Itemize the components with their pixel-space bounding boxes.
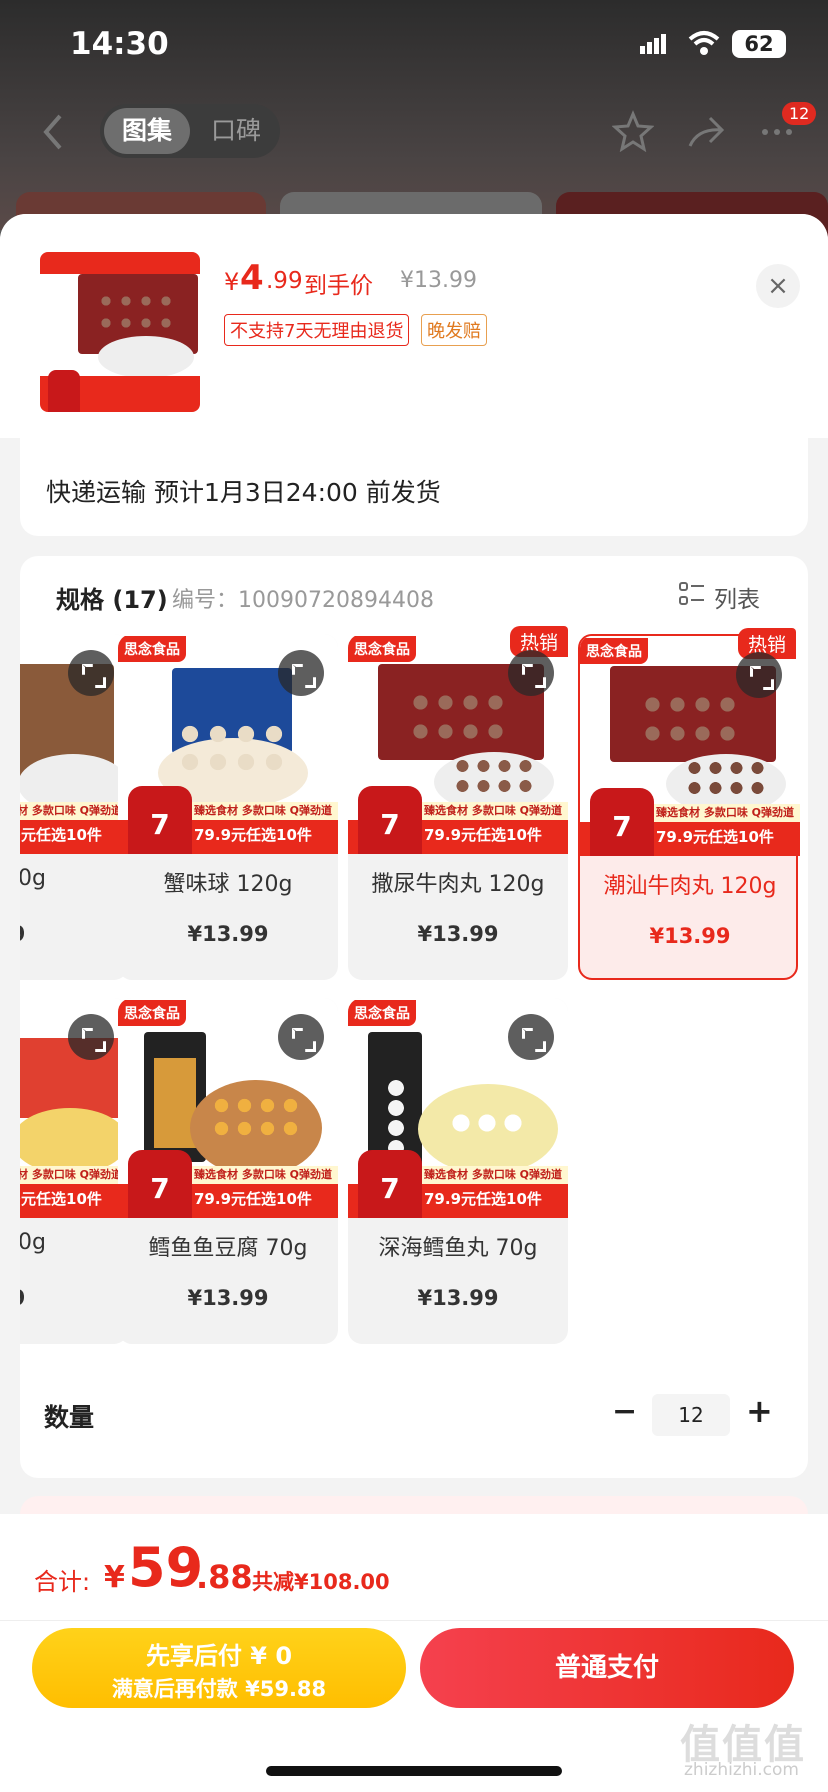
spec-item[interactable]: 思念食品 臻选食材 多款口味 Q弹劲道 7 79.9元任选10件 鳕鱼鱼豆腐 7… bbox=[118, 998, 338, 1344]
spec-name: 120g bbox=[20, 866, 46, 891]
tab-gallery[interactable]: 图集 bbox=[104, 108, 190, 154]
total-integer: 59 bbox=[128, 1536, 204, 1599]
tab-reviews[interactable]: 口碑 bbox=[196, 108, 276, 154]
cart-badge: 12 bbox=[782, 102, 817, 125]
spec-item[interactable]: 思念食品 臻选食材 多款口味 Q弹劲道 7 79.9元任选10件 蟹味球 120… bbox=[118, 634, 338, 980]
spec-name: 蟹味球 120g bbox=[163, 872, 293, 897]
divider bbox=[0, 1620, 828, 1621]
spec-name: 150g bbox=[20, 1230, 46, 1255]
home-indicator bbox=[266, 1766, 562, 1776]
spec-price: ¥13.99 bbox=[417, 1286, 499, 1310]
expand-icon[interactable] bbox=[508, 650, 554, 696]
product-code: 编号：10090720894408 bbox=[172, 588, 434, 613]
expand-icon[interactable] bbox=[278, 1014, 324, 1060]
product-thumbnail[interactable] bbox=[40, 252, 200, 412]
spec-item[interactable]: 臻选食材 多款口味 Q弹劲道 79.9元任选10件 120g 9 bbox=[20, 634, 128, 980]
spec-price: 9 bbox=[20, 1286, 128, 1310]
expand-icon[interactable] bbox=[508, 1014, 554, 1060]
price-label: 到手价 bbox=[304, 273, 373, 299]
spec-price: ¥13.99 bbox=[187, 922, 269, 946]
list-view-toggle[interactable]: 列表 bbox=[714, 580, 760, 614]
price-integer: 4 bbox=[240, 258, 264, 298]
quantity-input[interactable]: 12 bbox=[652, 1394, 730, 1436]
spec-price: ¥13.99 bbox=[187, 1286, 269, 1310]
quantity-label: 数量 bbox=[44, 1403, 95, 1432]
spec-item-selected[interactable]: 思念食品 臻选食材 多款口味 Q弹劲道 7 79.9元任选10件 热销 潮汕牛肉… bbox=[578, 628, 800, 980]
spec-name: 撒尿牛肉丸 120g bbox=[371, 872, 545, 897]
no-return-tag: 不支持7天无理由退货 bbox=[224, 314, 410, 346]
pay-later-title: 先享后付 ¥ 0 bbox=[145, 1642, 293, 1670]
expand-icon[interactable] bbox=[736, 652, 782, 698]
battery-indicator: 62 bbox=[732, 30, 786, 58]
decrease-button[interactable]: − bbox=[612, 1394, 637, 1429]
wifi-icon bbox=[688, 31, 720, 55]
total-decimal: .88 bbox=[196, 1558, 253, 1596]
total-saved: 共减¥108.00 bbox=[252, 1570, 390, 1594]
pay-button[interactable]: 普通支付 bbox=[420, 1628, 794, 1708]
total-symbol: ¥ bbox=[104, 1560, 125, 1595]
back-icon[interactable] bbox=[36, 112, 70, 152]
spec-item[interactable]: 思念食品 臻选食材 多款口味 Q弹劲道 7 79.9元任选10件 热销 撒尿牛肉… bbox=[348, 626, 568, 980]
shipping-info: 快递运输 预计1月3日24:00 前发货 bbox=[46, 478, 441, 507]
expand-icon[interactable] bbox=[68, 650, 114, 696]
status-time: 14:30 bbox=[70, 26, 169, 62]
late-ship-tag: 晚发赔 bbox=[421, 314, 487, 346]
pay-later-subtitle: 满意后再付款 ¥59.88 bbox=[111, 1677, 327, 1701]
close-button[interactable]: × bbox=[756, 264, 800, 308]
spec-name: 鳕鱼鱼豆腐 70g bbox=[148, 1236, 308, 1261]
share-icon[interactable] bbox=[684, 110, 726, 152]
favorite-icon[interactable] bbox=[612, 110, 654, 152]
pay-later-button[interactable]: 先享后付 ¥ 0 满意后再付款 ¥59.88 bbox=[32, 1628, 406, 1708]
spec-price: 9 bbox=[20, 922, 128, 946]
list-view-icon[interactable] bbox=[678, 580, 706, 608]
signal-icon bbox=[640, 34, 666, 54]
watermark-url: zhizhizhi.com bbox=[684, 1760, 799, 1780]
spec-price: ¥13.99 bbox=[417, 922, 499, 946]
increase-button[interactable]: + bbox=[746, 1392, 773, 1430]
expand-icon[interactable] bbox=[68, 1014, 114, 1060]
expand-icon[interactable] bbox=[278, 650, 324, 696]
price-symbol: ¥ bbox=[224, 268, 240, 296]
price-decimal: .99 bbox=[266, 268, 303, 294]
spec-item[interactable]: 思念食品 臻选食材 多款口味 Q弹劲道 7 79.9元任选10件 深海鳕鱼丸 7… bbox=[348, 998, 568, 1344]
total-label: 合计: bbox=[34, 1568, 91, 1596]
spec-name: 深海鳕鱼丸 70g bbox=[378, 1236, 538, 1261]
spec-name: 潮汕牛肉丸 120g bbox=[603, 874, 777, 899]
spec-grid: 臻选食材 多款口味 Q弹劲道 79.9元任选10件 120g 9 思念食品 臻选… bbox=[20, 620, 808, 1350]
spec-title: 规格 (17) bbox=[56, 586, 168, 614]
spec-item[interactable]: 臻选食材 多款口味 Q弹劲道 79.9元任选10件 150g 9 bbox=[20, 998, 128, 1344]
original-price: ¥13.99 bbox=[400, 268, 477, 293]
spec-price: ¥13.99 bbox=[649, 924, 731, 948]
